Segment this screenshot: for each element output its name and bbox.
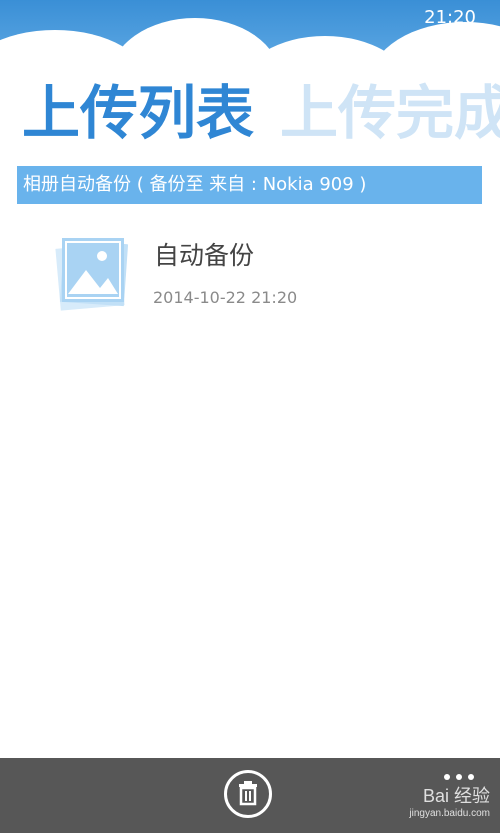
group-header: 相册自动备份 ( 备份至 来自 : Nokia 909 ) — [17, 166, 482, 204]
photo-album-icon — [52, 232, 132, 312]
trash-icon — [239, 781, 257, 806]
item-title: 自动备份 — [154, 241, 255, 270]
tab-upload-complete[interactable]: 上传完成 — [280, 79, 500, 140]
pivot-header: 上传列表 上传完成 — [22, 66, 500, 140]
status-time: 21:20 — [424, 7, 476, 28]
watermark-text: Bai 经验 — [422, 786, 490, 806]
watermark: Bai 经验 jingyan.baidu.com — [409, 782, 490, 819]
watermark-url: jingyan.baidu.com — [409, 808, 490, 819]
item-timestamp: 2014-10-22 21:20 — [153, 288, 298, 307]
header: 21:20 上传列表 上传完成 — [0, 0, 500, 140]
app-bar: Bai 经验 jingyan.baidu.com — [0, 758, 500, 833]
more-button[interactable] — [442, 768, 476, 780]
tab-upload-list[interactable]: 上传列表 — [22, 79, 254, 140]
delete-button[interactable] — [224, 770, 272, 818]
list-item[interactable]: 自动备份 2014-10-22 21:20 — [52, 232, 472, 314]
